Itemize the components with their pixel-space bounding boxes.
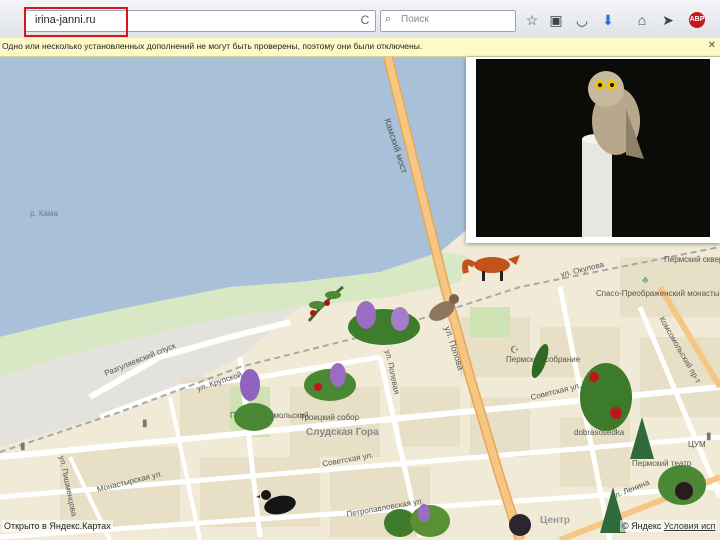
terms-link[interactable]: Условия исп [664,521,716,531]
map-label-monastery: Спасо-Преображенский монастырь [596,289,720,298]
pocket-icon[interactable]: ◡ [574,12,590,28]
owl-photo-popup [466,57,720,243]
copyright-text: © Яндекс [622,521,662,531]
poi-marker-icon[interactable]: ▮ [142,418,148,429]
rowan-branch-icon [580,363,632,431]
addon-warning-text: Одно или несколько установленных дополне… [2,41,423,51]
bird-icon [429,294,459,321]
owl-image [476,59,710,237]
adblock-icon[interactable]: ABP [689,12,705,28]
reload-icon[interactable]: C [358,13,372,27]
leaf-icon [531,343,549,379]
owl-photo [476,59,710,237]
download-icon[interactable]: ⬇ [600,12,616,28]
search-input[interactable]: ⌕ Поиск [380,10,516,32]
crow-icon [256,490,296,515]
rose-hip-icon [304,363,356,401]
lilac-flower-icon [234,369,274,431]
map-label-river: р. Кама [30,209,58,218]
star-icon[interactable]: ☆ [524,12,540,28]
home-icon[interactable]: ⌂ [634,12,650,28]
clipboard-icon[interactable]: ▣ [548,12,564,28]
map-copyright: © Яндекс Условия исп [620,520,718,532]
addon-warning-bar: Одно или несколько установленных дополне… [0,38,720,57]
browser-toolbar: irina-janni.ru C ⌕ Поиск ☆ ▣ ◡ ⬇ ⌂ ➤ ABP [0,0,720,39]
send-icon[interactable]: ➤ [660,12,676,28]
berry-branch-icon [307,285,344,322]
map-label-slud-gora: Слудская Гора [306,427,379,438]
open-in-yandex-maps-link[interactable]: Открыто в Яндекс.Картах [2,520,113,532]
berries-dark-icon [509,514,531,536]
poi-marker-icon[interactable]: ☪ [510,345,519,356]
poi-tree-icon[interactable]: ♣ [642,275,649,286]
mixed-foliage-icon [384,504,450,537]
map-label-centre: Центр [540,515,571,526]
fir-tree-icon [630,417,654,459]
search-placeholder: Поиск [401,14,429,25]
search-icon: ⌕ [385,13,392,25]
fox-icon [462,255,520,281]
map-label-sobor: Троицкий собор [300,413,360,422]
address-highlight-frame [24,7,128,37]
map-label-tsum: ЦУМ [688,440,706,449]
close-icon[interactable]: ✕ [708,40,716,51]
map-label-station: Пермский сквер [664,255,720,264]
poi-marker-icon[interactable]: ▮ [706,431,712,442]
cherry-icon [658,465,706,505]
lilac-bush-icon [348,301,420,345]
poi-marker-icon[interactable]: ▮ [20,441,26,452]
